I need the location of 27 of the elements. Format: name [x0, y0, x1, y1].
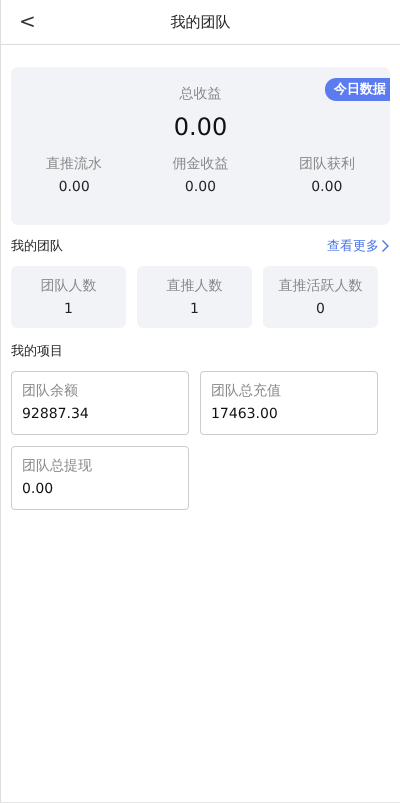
tile-label: 团队人数: [40, 277, 96, 295]
tile-value: 0: [316, 301, 325, 317]
chevron-right-icon: [381, 239, 390, 253]
stat-value: 0.00: [58, 179, 90, 195]
stat-label: 团队获利: [298, 155, 355, 173]
card-value: 17463.00: [211, 406, 279, 422]
section-title: 我的项目: [11, 343, 63, 360]
tile-label: 直推人数: [166, 277, 222, 295]
card-label: 团队余额: [22, 382, 79, 400]
view-more-link[interactable]: 查看更多: [327, 237, 390, 255]
card-value: 92887.34: [22, 406, 90, 422]
today-data-badge: 今日数据: [325, 78, 390, 101]
page-title: 我的团队: [170, 12, 230, 32]
back-button[interactable]: <: [15, 10, 40, 32]
card-value: 0.00: [22, 481, 54, 497]
stat-label: 直推流水: [46, 155, 102, 173]
section-title: 我的团队: [11, 238, 63, 255]
total-income-amount: 0.00: [174, 113, 228, 141]
total-income-label: 总收益: [180, 85, 222, 103]
tile-value: 1: [190, 301, 199, 317]
card-label: 团队总充值: [211, 382, 282, 400]
card-label: 团队总提现: [22, 457, 93, 475]
stat-value: 0.00: [184, 179, 216, 195]
tile-label: 直推活跃人数: [278, 277, 362, 295]
stat-label: 佣金收益: [172, 155, 228, 173]
stat-value: 0.00: [311, 179, 342, 195]
tile-value: 1: [64, 301, 73, 317]
